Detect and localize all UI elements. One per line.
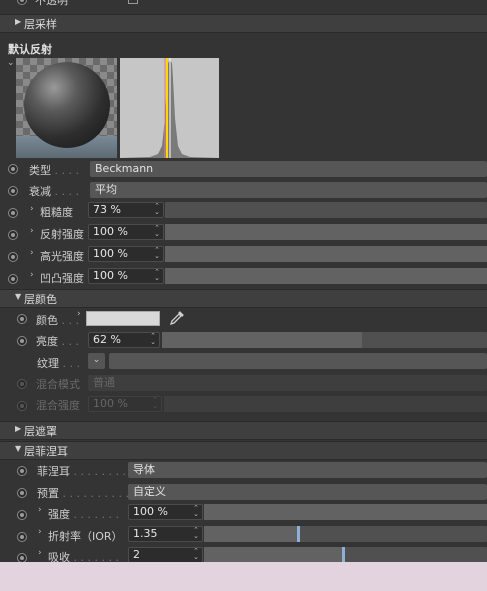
blend-mode-radio bbox=[17, 379, 27, 389]
bump-strength-label: 凹凸强度 bbox=[40, 272, 84, 285]
default-reflection-title: 默认反射 bbox=[8, 43, 52, 56]
absorb-radio[interactable] bbox=[17, 553, 27, 562]
ior-slider[interactable] bbox=[204, 526, 487, 542]
opacity-checkbox[interactable] bbox=[128, 0, 138, 4]
brightness-input[interactable]: 62 % ⌃ ⌄ bbox=[88, 332, 160, 348]
specular-strength-slider[interactable] bbox=[165, 246, 487, 262]
specular-strength-radio[interactable] bbox=[8, 252, 18, 262]
blend-strength-slider bbox=[164, 396, 487, 412]
strength-label: 强度 . . . . . . . bbox=[48, 508, 119, 521]
blend-strength-input: 100 % ⌃ ⌄ bbox=[88, 396, 162, 412]
eyedropper-icon[interactable] bbox=[168, 309, 186, 327]
absorb-slider[interactable] bbox=[204, 547, 487, 562]
blend-strength-label: 混合强度 bbox=[36, 399, 80, 412]
section-layer-sampling[interactable]: ▶ 层采样 bbox=[0, 14, 487, 33]
reflect-strength-slider[interactable] bbox=[165, 224, 487, 240]
roughness-radio[interactable] bbox=[8, 208, 18, 218]
absorb-expand-icon[interactable]: › bbox=[38, 548, 42, 558]
roughness-slider[interactable] bbox=[165, 202, 487, 218]
opacity-label: 不透明 bbox=[35, 0, 68, 7]
ior-expand-icon[interactable]: › bbox=[38, 527, 42, 537]
opacity-radio[interactable] bbox=[17, 0, 27, 5]
color-label: 颜色 . . . bbox=[36, 314, 79, 327]
preset-label: 预置 . . . . . . . . . . bbox=[37, 487, 129, 500]
color-expand-icon[interactable]: › bbox=[77, 309, 81, 319]
brightness-radio[interactable] bbox=[17, 336, 27, 346]
material-preview-sphere[interactable] bbox=[16, 58, 117, 158]
section-layer-color[interactable]: ▼ 层颜色 bbox=[0, 289, 487, 308]
ior-label: 折射率（IOR） bbox=[48, 530, 123, 543]
material-editor-panel: 不透明 ▶ 层采样 默认反射 ⌄ 类型 . . . . Beckmann 衰减 … bbox=[0, 0, 487, 562]
section-layer-mask[interactable]: ▶ 层遮罩 bbox=[0, 421, 487, 440]
strength-expand-icon[interactable]: › bbox=[38, 505, 42, 515]
specular-strength-input[interactable]: 100 % ⌃ ⌄ bbox=[88, 246, 164, 262]
reflect-strength-expand-icon[interactable]: › bbox=[30, 226, 34, 236]
blend-strength-radio bbox=[17, 401, 27, 411]
sphere bbox=[24, 62, 110, 148]
bump-strength-radio[interactable] bbox=[8, 274, 18, 284]
ior-radio[interactable] bbox=[17, 532, 27, 542]
brightness-label: 亮度 . . . bbox=[36, 335, 79, 348]
reflect-strength-radio[interactable] bbox=[8, 230, 18, 240]
blend-mode-label: 混合模式 bbox=[36, 378, 80, 391]
strength-radio[interactable] bbox=[17, 510, 27, 520]
specular-strength-label: 高光强度 bbox=[40, 250, 84, 263]
ior-input[interactable]: 1.35 ⌃ ⌄ bbox=[128, 526, 203, 542]
expand-arrow-icon: ▶ bbox=[15, 17, 22, 26]
strength-slider[interactable] bbox=[204, 504, 487, 520]
bump-strength-input[interactable]: 100 % ⌃ ⌄ bbox=[88, 268, 164, 284]
brightness-slider[interactable] bbox=[162, 332, 487, 348]
color-radio[interactable] bbox=[17, 314, 27, 324]
texture-slot[interactable] bbox=[109, 353, 487, 369]
section-layer-fresnel[interactable]: ▼ 层菲涅耳 bbox=[0, 441, 487, 460]
reflectance-graph bbox=[120, 58, 219, 158]
collapse-arrow-icon: ▼ bbox=[15, 292, 22, 301]
type-radio[interactable] bbox=[8, 164, 18, 174]
attenuation-label: 衰减 . . . . bbox=[29, 185, 79, 198]
specular-strength-expand-icon[interactable]: › bbox=[30, 248, 34, 258]
collapse-chevron-icon[interactable]: ⌄ bbox=[7, 58, 15, 68]
expand-arrow-icon: ▶ bbox=[15, 424, 22, 433]
absorb-label: 吸收 . . . . . . . bbox=[48, 551, 119, 562]
absorb-input[interactable]: 2 ⌃ ⌄ bbox=[128, 547, 203, 562]
roughness-input[interactable]: 73 % ⌃ ⌄ bbox=[88, 202, 164, 218]
reflect-strength-label: 反射强度 bbox=[40, 228, 84, 241]
roughness-expand-icon[interactable]: › bbox=[30, 204, 34, 214]
fresnel-dropdown[interactable]: 导体 bbox=[128, 462, 487, 478]
roughness-label: 粗糙度 bbox=[40, 206, 73, 219]
attenuation-dropdown[interactable]: 平均 bbox=[90, 182, 487, 198]
strength-input[interactable]: 100 % ⌃ ⌄ bbox=[128, 504, 203, 520]
reflect-strength-input[interactable]: 100 % ⌃ ⌄ bbox=[88, 224, 164, 240]
attenuation-radio[interactable] bbox=[8, 186, 18, 196]
type-dropdown[interactable]: Beckmann bbox=[90, 161, 487, 177]
blend-mode-dropdown: 普通 bbox=[88, 375, 487, 391]
color-swatch[interactable] bbox=[86, 311, 160, 326]
bump-strength-expand-icon[interactable]: › bbox=[30, 270, 34, 280]
collapse-arrow-icon: ▼ bbox=[15, 444, 22, 453]
bump-strength-slider[interactable] bbox=[165, 268, 487, 284]
preset-dropdown[interactable]: 自定义 bbox=[128, 484, 487, 500]
fresnel-radio[interactable] bbox=[17, 466, 27, 476]
fresnel-label: 菲涅耳 . . . . . . . . bbox=[37, 465, 126, 478]
reflectance-curve bbox=[120, 58, 219, 158]
texture-label: 纹理 . . . bbox=[37, 357, 80, 370]
type-label: 类型 . . . . bbox=[29, 164, 79, 177]
preset-radio[interactable] bbox=[17, 488, 27, 498]
texture-dropdown-button[interactable]: ⌄ bbox=[88, 353, 105, 369]
